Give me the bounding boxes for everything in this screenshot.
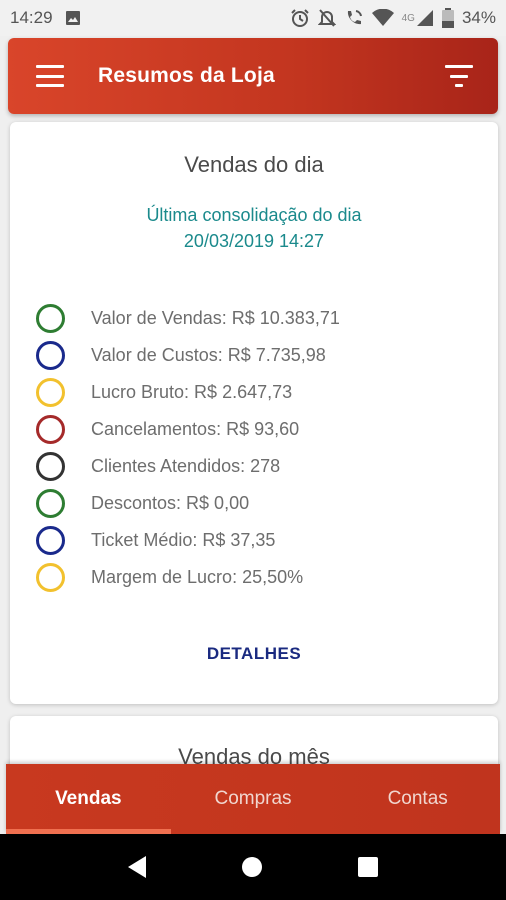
circle-icon <box>36 304 65 333</box>
filter-icon[interactable] <box>444 65 474 87</box>
wifi-icon <box>371 9 394 27</box>
battery-icon <box>441 8 454 28</box>
list-item: Ticket Médio: R$ 37,35 <box>36 522 498 559</box>
page-title: Resumos da Loja <box>98 64 275 87</box>
consolidation-info: Última consolidação do dia 20/03/2019 14… <box>10 202 498 254</box>
tab-vendas[interactable]: Vendas <box>6 764 171 834</box>
metric-label: Lucro Bruto: R$ 2.647,73 <box>91 382 293 402</box>
alarm-icon <box>290 8 310 28</box>
metric-label: Valor de Vendas: R$ 10.383,71 <box>91 308 340 328</box>
tab-contas[interactable]: Contas <box>335 764 500 834</box>
card-title: Vendas do dia <box>184 152 324 177</box>
status-bar: 14:29 4G 34% <box>0 0 506 36</box>
consolidation-label: Última consolidação do dia <box>146 205 362 225</box>
consolidation-datetime: 20/03/2019 14:27 <box>183 231 325 251</box>
tab-compras[interactable]: Compras <box>171 764 336 834</box>
wifi-call-icon <box>344 8 364 28</box>
list-item: Margem de Lucro: 25,50% <box>36 559 498 596</box>
metric-label: Cancelamentos: R$ 93,60 <box>91 419 300 439</box>
bottom-nav: Vendas Compras Contas <box>6 764 500 834</box>
back-icon[interactable] <box>128 856 146 878</box>
circle-icon <box>36 489 65 518</box>
circle-icon <box>36 378 65 407</box>
circle-icon <box>36 526 65 555</box>
metric-label: Margem de Lucro: 25,50% <box>91 567 304 587</box>
list-item: Valor de Vendas: R$ 10.383,71 <box>36 300 498 337</box>
circle-icon <box>36 415 65 444</box>
recent-apps-icon[interactable] <box>358 857 378 877</box>
circle-icon <box>36 341 65 370</box>
list-item: Lucro Bruto: R$ 2.647,73 <box>36 374 498 411</box>
metric-label: Ticket Médio: R$ 37,35 <box>91 530 276 550</box>
list-item: Cancelamentos: R$ 93,60 <box>36 411 498 448</box>
app-bar: Resumos da Loja <box>8 38 498 114</box>
list-item: Valor de Custos: R$ 7.735,98 <box>36 337 498 374</box>
system-nav-bar <box>0 834 506 900</box>
metric-label: Valor de Custos: R$ 7.735,98 <box>91 345 326 365</box>
circle-icon <box>36 452 65 481</box>
menu-icon[interactable] <box>36 65 64 87</box>
metric-label: Descontos: R$ 0,00 <box>91 493 250 513</box>
list-item: Descontos: R$ 0,00 <box>36 485 498 522</box>
battery-percent: 34% <box>461 8 496 27</box>
signal-icon: 4G <box>402 9 434 27</box>
network-label: 4G <box>401 12 415 24</box>
list-item: Clientes Atendidos: 278 <box>36 448 498 485</box>
metric-label: Clientes Atendidos: 278 <box>91 456 281 476</box>
status-time: 14:29 <box>10 8 53 27</box>
image-icon <box>65 10 81 26</box>
circle-icon <box>36 563 65 592</box>
daily-sales-card: Vendas do dia Última consolidação do dia… <box>10 122 498 704</box>
details-button[interactable]: DETALHES <box>10 644 498 664</box>
metric-list: Valor de Vendas: R$ 10.383,71 Valor de C… <box>10 300 498 596</box>
home-icon[interactable] <box>242 857 262 877</box>
notifications-off-icon <box>317 8 336 28</box>
